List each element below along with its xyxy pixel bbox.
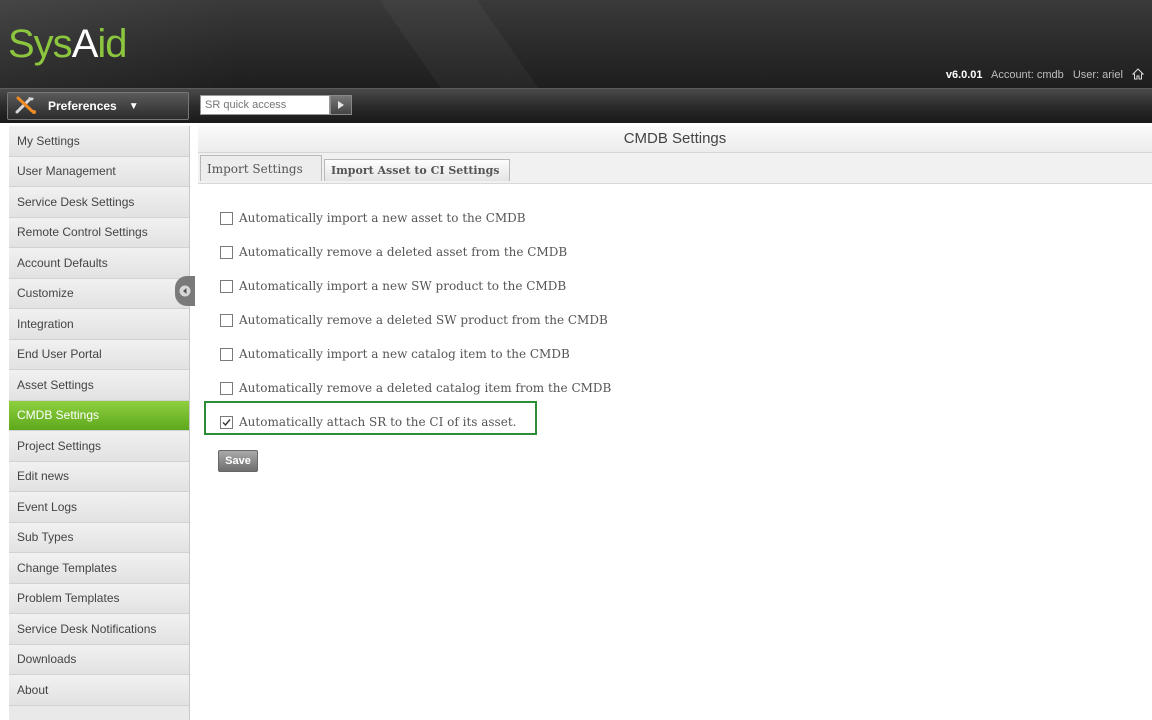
sr-quick-access-input[interactable] bbox=[200, 95, 330, 115]
sidebar-item-account-defaults[interactable]: Account Defaults bbox=[9, 248, 189, 279]
option-row: Automatically import a new asset to the … bbox=[220, 201, 611, 235]
preferences-label: Preferences bbox=[48, 99, 117, 113]
tools-icon bbox=[14, 95, 40, 118]
header-info: v6.0.01 Account: cmdb User: ariel bbox=[945, 68, 1145, 83]
sidebar-item-project-settings[interactable]: Project Settings bbox=[9, 431, 189, 462]
chevron-left-icon bbox=[179, 285, 191, 297]
option-row: Automatically remove a deleted SW produc… bbox=[220, 303, 611, 337]
home-icon[interactable] bbox=[1131, 68, 1145, 83]
option-row: Automatically remove a deleted catalog i… bbox=[220, 371, 611, 405]
option-label: Automatically remove a deleted asset fro… bbox=[239, 245, 568, 259]
sidebar-item-remote-control-settings[interactable]: Remote Control Settings bbox=[9, 217, 189, 248]
option-checkbox[interactable] bbox=[220, 211, 233, 225]
option-label: Automatically import a new asset to the … bbox=[239, 211, 526, 225]
option-label: Automatically remove a deleted catalog i… bbox=[239, 381, 612, 395]
sidebar-item-service-desk-notifications[interactable]: Service Desk Notifications bbox=[9, 614, 189, 645]
sidebar-item-user-management[interactable]: User Management bbox=[9, 156, 189, 187]
option-label: Automatically import a new catalog item … bbox=[239, 347, 570, 361]
logo-prefix: Sys bbox=[8, 22, 73, 66]
option-checkbox[interactable] bbox=[220, 245, 233, 259]
sidebar-item-my-settings[interactable]: My Settings bbox=[9, 126, 189, 157]
sysaid-logo[interactable]: SysAid bbox=[8, 22, 128, 67]
option-checkbox[interactable] bbox=[220, 347, 233, 361]
sidebar-item-service-desk-settings[interactable]: Service Desk Settings bbox=[9, 187, 189, 218]
preferences-menu-button[interactable]: Preferences ▼ bbox=[7, 92, 189, 120]
option-label: Automatically import a new SW product to… bbox=[239, 279, 567, 293]
settings-sidebar: My Settings User Management Service Desk S… bbox=[9, 126, 190, 720]
option-label: Automatically remove a deleted SW produc… bbox=[239, 313, 608, 327]
sidebar-item-end-user-portal[interactable]: End User Portal bbox=[9, 339, 189, 370]
sidebar-item-about[interactable]: About bbox=[9, 675, 189, 706]
option-row: Automatically import a new SW product to… bbox=[220, 269, 611, 303]
sidebar-item-change-templates[interactable]: Change Templates bbox=[9, 553, 189, 584]
save-button[interactable]: Save bbox=[218, 450, 258, 472]
highlight-box bbox=[204, 401, 537, 435]
option-row: Automatically import a new catalog item … bbox=[220, 337, 611, 371]
tab-import-settings[interactable]: Import Settings bbox=[200, 155, 322, 181]
tab-import-asset-to-ci-settings[interactable]: Import Asset to CI Settings bbox=[324, 159, 510, 181]
chevron-down-icon: ▼ bbox=[128, 100, 139, 112]
page-title: CMDB Settings bbox=[198, 126, 1152, 153]
sidebar-item-asset-settings[interactable]: Asset Settings bbox=[9, 370, 189, 401]
collapse-sidebar-button[interactable] bbox=[175, 276, 195, 306]
logo-accent: A bbox=[71, 22, 99, 66]
sidebar-item-customize[interactable]: Customize bbox=[9, 278, 189, 309]
account-label: Account: cmdb bbox=[990, 69, 1064, 82]
logo-suffix: id bbox=[97, 22, 127, 66]
play-arrow-icon bbox=[338, 101, 344, 109]
sidebar-item-problem-templates[interactable]: Problem Templates bbox=[9, 583, 189, 614]
option-checkbox[interactable] bbox=[220, 279, 233, 293]
sidebar-item-cmdb-settings[interactable]: CMDB Settings bbox=[9, 400, 189, 431]
tab-bar: Import Settings Import Asset to CI Setti… bbox=[198, 153, 1152, 184]
sidebar-item-integration[interactable]: Integration bbox=[9, 309, 189, 340]
version-label: v6.0.01 bbox=[945, 69, 983, 82]
go-arrow-button[interactable] bbox=[330, 95, 352, 115]
option-checkbox[interactable] bbox=[220, 313, 233, 327]
option-row: Automatically remove a deleted asset fro… bbox=[220, 235, 611, 269]
user-label: User: ariel bbox=[1072, 69, 1123, 82]
sidebar-item-downloads[interactable]: Downloads bbox=[9, 644, 189, 675]
sidebar-item-sub-types[interactable]: Sub Types bbox=[9, 522, 189, 553]
sidebar-item-event-logs[interactable]: Event Logs bbox=[9, 492, 189, 523]
toolbar: Preferences ▼ bbox=[0, 88, 1152, 123]
sidebar-item-edit-news[interactable]: Edit news bbox=[9, 461, 189, 492]
option-checkbox[interactable] bbox=[220, 381, 233, 395]
app-header: SysAid v6.0.01 Account: cmdb User: ariel bbox=[0, 0, 1152, 88]
